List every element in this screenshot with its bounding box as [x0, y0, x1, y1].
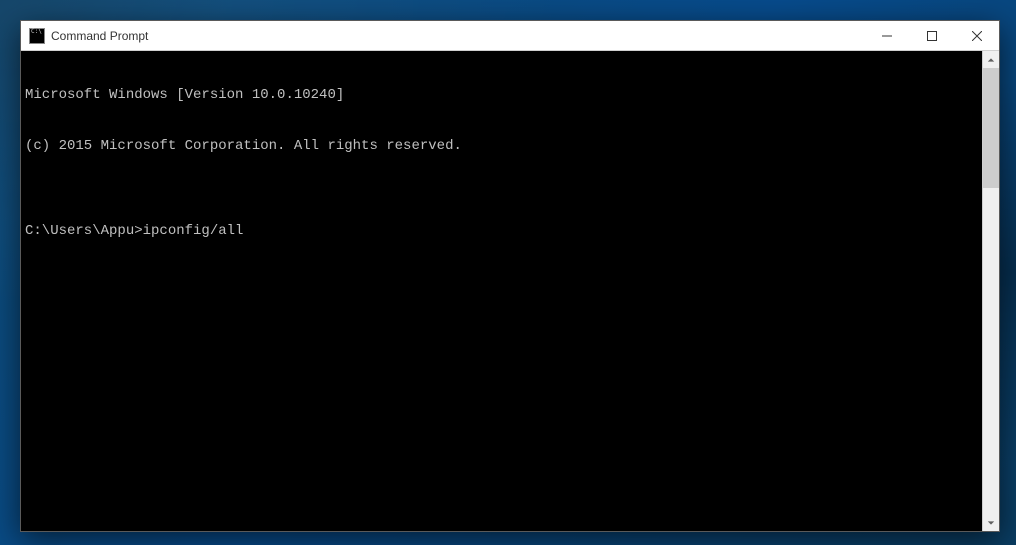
- command-input[interactable]: ipconfig/all: [143, 223, 244, 240]
- app-icon: [29, 28, 45, 44]
- terminal-output[interactable]: Microsoft Windows [Version 10.0.10240] (…: [21, 51, 982, 531]
- titlebar[interactable]: Command Prompt: [21, 21, 999, 51]
- client-area: Microsoft Windows [Version 10.0.10240] (…: [21, 51, 999, 531]
- prompt: C:\Users\Appu>: [25, 223, 143, 240]
- close-icon: [972, 31, 982, 41]
- minimize-button[interactable]: [864, 21, 909, 50]
- scroll-track[interactable]: [983, 68, 999, 514]
- chevron-up-icon: [987, 56, 995, 64]
- scroll-thumb[interactable]: [983, 68, 999, 188]
- terminal-prompt-line: C:\Users\Appu>ipconfig/all: [25, 223, 978, 240]
- terminal-line: Microsoft Windows [Version 10.0.10240]: [25, 87, 978, 104]
- command-prompt-window: Command Prompt Microsoft Windows [Versio…: [20, 20, 1000, 532]
- window-controls: [864, 21, 999, 50]
- minimize-icon: [882, 31, 892, 41]
- close-button[interactable]: [954, 21, 999, 50]
- vertical-scrollbar[interactable]: [982, 51, 999, 531]
- scroll-down-button[interactable]: [983, 514, 999, 531]
- maximize-button[interactable]: [909, 21, 954, 50]
- scroll-up-button[interactable]: [983, 51, 999, 68]
- terminal-line: (c) 2015 Microsoft Corporation. All righ…: [25, 138, 978, 155]
- chevron-down-icon: [987, 519, 995, 527]
- maximize-icon: [927, 31, 937, 41]
- window-title: Command Prompt: [51, 29, 864, 43]
